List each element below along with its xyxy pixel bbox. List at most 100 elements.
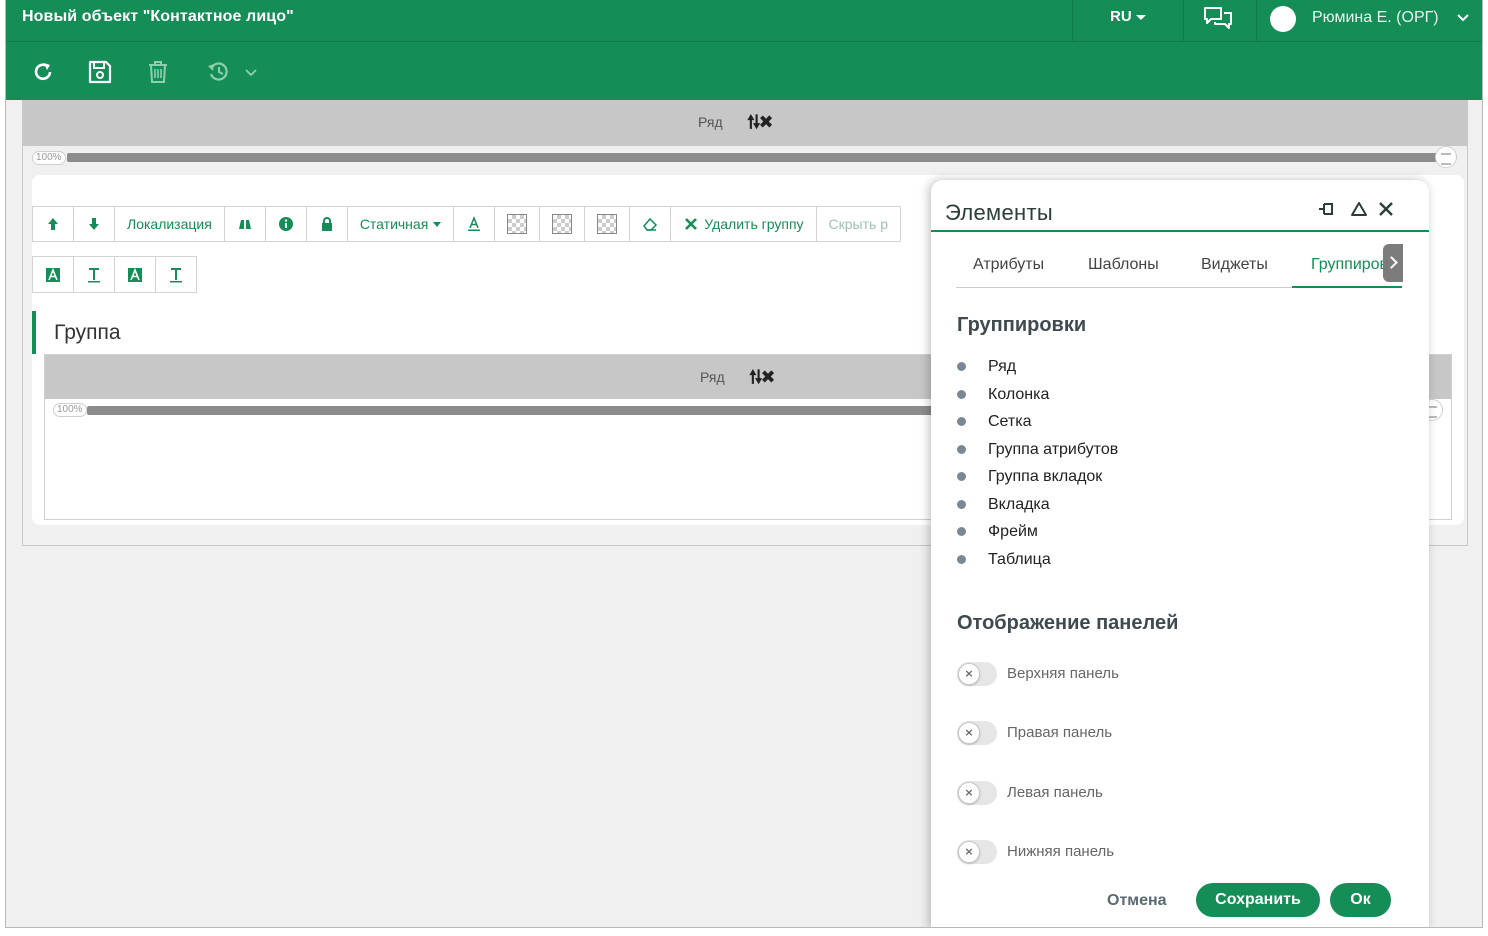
ok-button[interactable]: Ок	[1330, 883, 1391, 917]
lock-icon	[321, 217, 332, 231]
toggle-off-icon: ×	[958, 663, 980, 685]
mode-label: Статичная	[359, 216, 429, 232]
chevron-down-icon[interactable]	[1456, 11, 1470, 25]
chat-icon[interactable]	[1202, 5, 1234, 35]
collapse-icon[interactable]	[1348, 198, 1370, 220]
header-divider	[1072, 0, 1073, 42]
groupings-list: Ряд Колонка Сетка Группа атрибутов Групп…	[957, 356, 1118, 576]
list-item[interactable]: Сетка	[957, 411, 1118, 439]
toggle-label: Правая панель	[1007, 724, 1113, 741]
top-bar: Новый объект "Контактное лицо" RU Рюмина…	[6, 0, 1482, 42]
row-move-delete-icons[interactable]: 🠕🠗✖	[749, 365, 775, 395]
language-label: RU	[1110, 8, 1132, 25]
row-width-value: 100%	[53, 403, 87, 417]
body-text-style-button[interactable]	[155, 256, 197, 293]
close-icon	[685, 218, 698, 230]
row-header[interactable]: Ряд 🠕🠗✖	[23, 100, 1467, 146]
title-bg-style-button[interactable]	[32, 256, 74, 293]
slider-handle[interactable]	[1435, 146, 1457, 168]
toggle-switch[interactable]: ×	[957, 781, 997, 805]
avatar[interactable]	[1270, 6, 1296, 32]
close-icon[interactable]	[1375, 198, 1397, 220]
delete-icon[interactable]	[145, 59, 171, 85]
clear-style-button[interactable]	[629, 206, 672, 242]
action-toolbar	[6, 42, 1482, 100]
tab-widgets[interactable]: Виджеты	[1201, 256, 1268, 274]
refresh-icon[interactable]	[30, 59, 56, 85]
group-title[interactable]: Группа	[54, 321, 121, 345]
lock-button[interactable]	[305, 206, 348, 242]
background-color-button[interactable]	[494, 206, 541, 242]
search-button[interactable]	[223, 206, 266, 242]
save-icon[interactable]	[87, 59, 113, 85]
list-item[interactable]: Ряд	[957, 356, 1118, 384]
panel-title-underline	[931, 230, 1429, 232]
caret-down-icon	[433, 221, 442, 227]
toggle-switch[interactable]: ×	[957, 721, 997, 745]
list-item[interactable]: Вкладка	[957, 494, 1118, 522]
transparent-swatch-icon	[552, 214, 573, 234]
binoculars-icon	[238, 220, 251, 229]
tab-scroll-right-button[interactable]	[1383, 244, 1403, 282]
page-title: Новый объект "Контактное лицо"	[22, 8, 294, 25]
delete-group-label: Удалить группу	[704, 216, 804, 232]
caret-down-icon	[1135, 14, 1146, 20]
tabs-viewport: Атрибуты Шаблоны Виджеты Группировки	[956, 246, 1402, 288]
move-down-button[interactable]	[73, 206, 115, 242]
tab-templates[interactable]: Шаблоны	[1088, 256, 1159, 274]
localization-button[interactable]: Локализация	[114, 206, 225, 242]
info-button[interactable]	[264, 206, 307, 242]
cancel-button[interactable]: Отмена	[1107, 892, 1167, 910]
delete-group-button[interactable]: Удалить группу	[670, 206, 817, 242]
list-item[interactable]: Фрейм	[957, 521, 1118, 549]
panels-section-title: Отображение панелей	[957, 612, 1179, 634]
active-tab-indicator	[1292, 286, 1402, 288]
move-up-button[interactable]	[32, 206, 74, 242]
group-toolbar: Локализация Статичная Удалить группу Скр…	[32, 206, 901, 242]
app-window: Новый объект "Контактное лицо" RU Рюмина…	[5, 0, 1483, 928]
row-move-delete-icons[interactable]: 🠕🠗✖	[747, 110, 773, 140]
text-style-icon	[170, 267, 182, 282]
list-item[interactable]: Группа вкладок	[957, 466, 1118, 494]
panel-tabs: Атрибуты Шаблоны Виджеты Группировки	[956, 244, 1403, 288]
list-item[interactable]: Колонка	[957, 384, 1118, 412]
border-color-button[interactable]	[539, 206, 586, 242]
row-label: Ряд	[698, 114, 723, 130]
text-box-icon	[46, 267, 60, 282]
user-name[interactable]: Рюмина Е. (ОРГ)	[1312, 9, 1439, 27]
tab-attributes[interactable]: Атрибуты	[973, 256, 1044, 274]
save-button[interactable]: Сохранить	[1196, 883, 1320, 917]
list-item[interactable]: Группа атрибутов	[957, 439, 1118, 467]
group-title-accent	[32, 311, 36, 354]
toggle-off-icon: ×	[958, 841, 980, 863]
row-width-slider[interactable]	[67, 153, 1437, 162]
toggle-label: Левая панель	[1007, 784, 1103, 801]
panel-title: Элементы	[945, 200, 1053, 225]
language-selector[interactable]: RU	[1110, 8, 1146, 25]
dock-icon[interactable]	[1315, 198, 1337, 220]
title-text-style-button[interactable]	[73, 256, 115, 293]
body-bg-style-button[interactable]	[114, 256, 156, 293]
hide-button[interactable]: Скрыть р	[815, 206, 901, 242]
text-style-toolbar	[32, 256, 197, 293]
header-color-button[interactable]	[584, 206, 631, 242]
text-color-button[interactable]	[453, 206, 496, 242]
arrow-down-icon	[89, 218, 99, 230]
toggle-label: Верхняя панель	[1007, 665, 1119, 682]
toggle-switch[interactable]: ×	[957, 840, 997, 864]
groupings-section-title: Группировки	[957, 314, 1087, 336]
mode-dropdown[interactable]: Статичная	[346, 206, 455, 242]
toggle-switch[interactable]: ×	[957, 662, 997, 686]
toggle-off-icon: ×	[958, 782, 980, 804]
row-width-value: 100%	[32, 151, 66, 165]
list-item[interactable]: Таблица	[957, 549, 1118, 577]
elements-panel: Элементы Атрибуты Шаблоны Виджеты Группи…	[931, 180, 1429, 927]
history-icon[interactable]	[206, 59, 232, 85]
text-color-icon	[468, 216, 481, 231]
eraser-icon	[643, 217, 658, 231]
header-divider	[1256, 0, 1257, 42]
header-divider	[1183, 0, 1184, 42]
chevron-down-icon[interactable]	[244, 59, 258, 85]
toggle-off-icon: ×	[958, 722, 980, 744]
transparent-swatch-icon	[507, 214, 528, 234]
